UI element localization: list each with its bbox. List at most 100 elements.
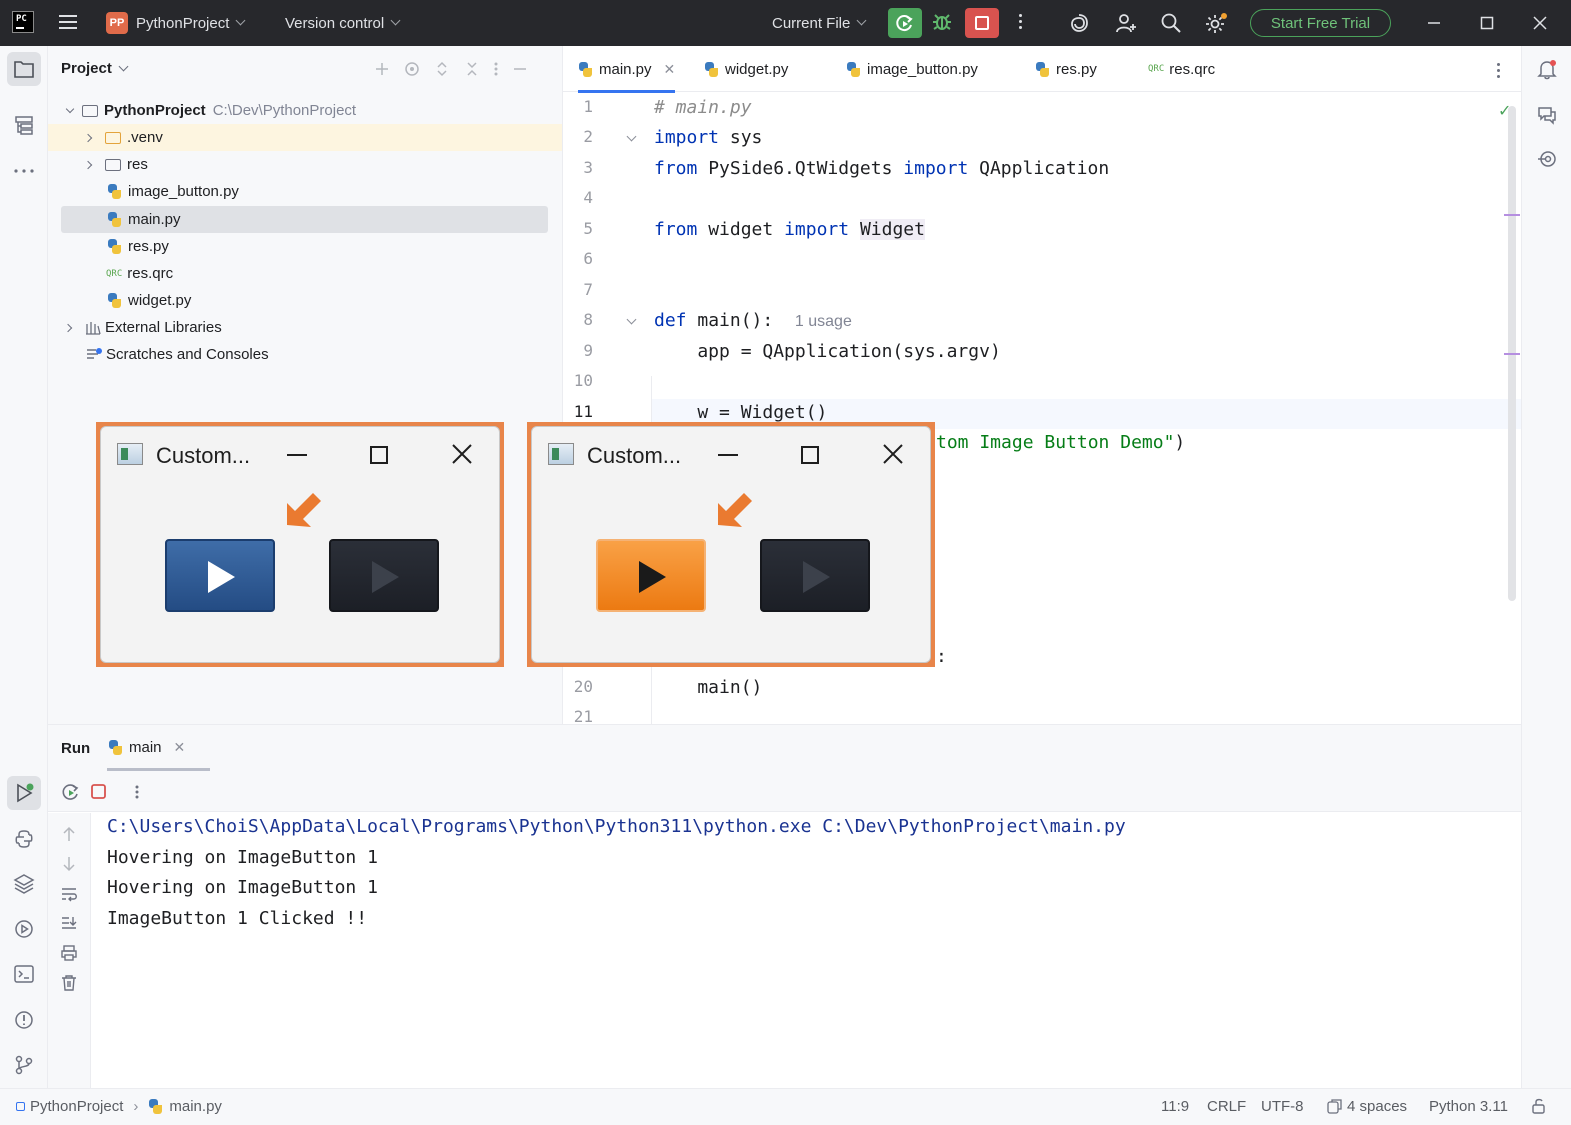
tab-main-py[interactable]: main.py ✕: [578, 46, 676, 93]
maximize-icon[interactable]: [801, 446, 819, 464]
indent-selector[interactable]: 4 spaces: [1326, 1098, 1407, 1115]
tab-image-button-py[interactable]: image_button.py: [846, 46, 978, 92]
print-icon[interactable]: [60, 944, 78, 962]
terminal-tool-button[interactable]: [7, 957, 41, 991]
ai-chat-tool-button[interactable]: [1530, 98, 1564, 132]
start-free-trial-button[interactable]: Start Free Trial: [1250, 9, 1391, 37]
usage-hint[interactable]: 1 usage: [795, 313, 852, 330]
settings-gear-icon[interactable]: [1204, 12, 1228, 40]
chevron-right-icon: [83, 133, 93, 142]
more-options-icon[interactable]: [134, 783, 140, 801]
new-file-icon[interactable]: [373, 60, 391, 78]
rerun-icon[interactable]: [61, 782, 81, 802]
minimize-window-button[interactable]: [1409, 0, 1459, 46]
tree-root-pythonproject[interactable]: PythonProject C:\Dev\PythonProject: [61, 97, 548, 124]
rerun-button[interactable]: [888, 8, 922, 38]
notifications-tool-button[interactable]: [1530, 52, 1564, 86]
trash-icon[interactable]: [60, 974, 78, 992]
project-panel-title[interactable]: Project: [61, 60, 129, 77]
ai-assistant-icon[interactable]: [1068, 12, 1090, 38]
close-icon[interactable]: [451, 443, 473, 465]
line-number: 10: [573, 371, 593, 390]
breadcrumb-file[interactable]: main.py: [169, 1098, 222, 1115]
scroll-to-end-icon[interactable]: [60, 915, 78, 931]
soft-wrap-icon[interactable]: [60, 886, 78, 902]
close-window-button[interactable]: [1515, 0, 1565, 46]
image-button-2[interactable]: [329, 539, 439, 612]
close-tab-icon[interactable]: ✕: [664, 61, 676, 78]
line-number: 5: [583, 219, 593, 238]
stop-icon[interactable]: [90, 783, 108, 801]
line-ending-selector[interactable]: CRLF: [1207, 1098, 1246, 1115]
maximize-window-button[interactable]: [1462, 0, 1512, 46]
encoding-selector[interactable]: UTF-8: [1261, 1098, 1304, 1115]
line-number: 9: [583, 341, 593, 360]
collapse-all-icon[interactable]: [463, 60, 481, 78]
python-console-tool-button[interactable]: [7, 867, 41, 901]
rerun-icon: [896, 15, 913, 32]
endpoints-tool-button[interactable]: [1530, 142, 1564, 176]
git-tool-button[interactable]: [7, 1048, 41, 1082]
options-icon[interactable]: [493, 60, 499, 78]
tabs-options-icon[interactable]: [1497, 63, 1501, 81]
demo-window-hovered: Custom...: [527, 422, 935, 667]
add-user-icon[interactable]: [1114, 12, 1138, 38]
image-button-1[interactable]: [165, 539, 275, 612]
tab-label: res.py: [1056, 60, 1097, 78]
stop-button[interactable]: [965, 8, 999, 38]
tab-res-qrc[interactable]: QRC res.qrc: [1148, 46, 1215, 92]
python-packages-tool-button[interactable]: [7, 822, 41, 856]
line-number: 8: [583, 310, 593, 329]
more-actions-icon[interactable]: [1019, 14, 1023, 32]
problems-tool-button[interactable]: [7, 1003, 41, 1037]
debug-button[interactable]: [930, 10, 954, 38]
fold-toggle-icon[interactable]: [626, 314, 637, 325]
line-number: 21: [573, 707, 593, 724]
breadcrumb-project[interactable]: PythonProject: [30, 1098, 123, 1115]
locate-file-icon[interactable]: [403, 60, 421, 78]
services-tool-button[interactable]: [7, 912, 41, 946]
arrow-up-icon[interactable]: [61, 825, 77, 843]
library-icon: [86, 322, 101, 335]
fold-toggle-icon[interactable]: [626, 131, 637, 142]
tree-item-main-py[interactable]: main.py: [61, 206, 548, 233]
scrollbar-marker[interactable]: [1504, 214, 1520, 216]
image-button-1[interactable]: [596, 539, 706, 612]
line-number: 2: [583, 127, 593, 146]
more-tools-button[interactable]: [7, 154, 41, 188]
tab-widget-py[interactable]: widget.py: [704, 46, 788, 92]
minimize-icon[interactable]: [287, 454, 307, 456]
tree-item-res-folder[interactable]: res: [61, 151, 548, 178]
indent-label: 4 spaces: [1347, 1098, 1408, 1115]
tab-res-py[interactable]: res.py: [1035, 46, 1097, 92]
tree-item-res-qrc[interactable]: QRC res.qrc: [61, 260, 548, 287]
close-tab-icon[interactable]: ✕: [174, 739, 186, 756]
image-button-2[interactable]: [760, 539, 870, 612]
interpreter-selector[interactable]: Python 3.11: [1429, 1098, 1508, 1115]
hide-panel-icon[interactable]: [511, 60, 529, 78]
main-menu-icon[interactable]: [59, 15, 77, 30]
maximize-icon[interactable]: [370, 446, 388, 464]
tree-item-venv[interactable]: .venv: [48, 124, 562, 151]
run-tool-button[interactable]: [7, 776, 41, 810]
close-icon[interactable]: [882, 443, 904, 465]
tree-item-res-py[interactable]: res.py: [61, 233, 548, 260]
run-config-selector[interactable]: Current File: [772, 0, 867, 46]
expand-all-icon[interactable]: [433, 60, 451, 78]
tree-item-widget-py[interactable]: widget.py: [61, 287, 548, 314]
python-file-icon: [107, 293, 122, 308]
version-control-menu[interactable]: Version control: [285, 0, 401, 46]
search-icon[interactable]: [1160, 12, 1182, 38]
tree-item-external-libraries[interactable]: External Libraries: [61, 314, 548, 341]
arrow-down-icon[interactable]: [61, 855, 77, 873]
run-tab-main[interactable]: main ✕: [108, 739, 185, 756]
project-tool-button[interactable]: [7, 52, 41, 86]
scrollbar-marker[interactable]: [1504, 353, 1520, 355]
lock-icon[interactable]: [1531, 1097, 1547, 1115]
structure-tool-button[interactable]: [7, 109, 41, 143]
minimize-icon[interactable]: [718, 454, 738, 456]
project-switcher[interactable]: PP PythonProject: [106, 0, 246, 46]
caret-position[interactable]: 11:9: [1161, 1098, 1189, 1115]
tree-item-scratches[interactable]: Scratches and Consoles: [61, 341, 548, 368]
tree-item-image-button-py[interactable]: image_button.py: [61, 178, 548, 205]
